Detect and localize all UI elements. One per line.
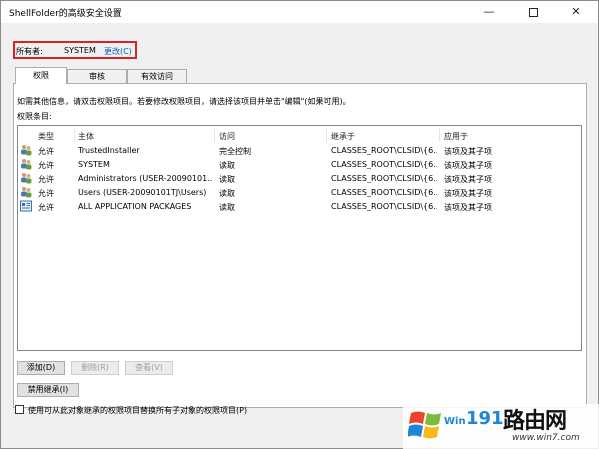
- windows-logo-icon: [408, 411, 441, 439]
- row-type: 允许: [38, 189, 54, 198]
- close-icon: ✕: [571, 5, 581, 18]
- user-group-icon: [21, 159, 32, 170]
- row-applies-to: 该项及其子项: [444, 161, 492, 170]
- permission-row[interactable]: 允许 ALL APPLICATION PACKAGES 读取 CLASSES_R…: [18, 200, 581, 213]
- minimize-icon: —: [483, 5, 495, 18]
- row-inherited-from: CLASSES_ROOT\CLSID\{6...: [331, 146, 437, 155]
- change-owner-link[interactable]: 更改(C): [104, 46, 132, 57]
- row-applies-to: 该项及其子项: [444, 203, 492, 212]
- disable-inheritance-button[interactable]: 禁用继承(I): [17, 383, 79, 397]
- remove-button[interactable]: 删除(R): [71, 361, 119, 375]
- permission-row[interactable]: 允许 TrustedInstaller 完全控制 CLASSES_ROOT\CL…: [18, 144, 581, 157]
- row-principal: ALL APPLICATION PACKAGES: [78, 202, 192, 211]
- permission-row[interactable]: 允许 Users (USER-20090101TJ\Users) 读取 CLAS…: [18, 186, 581, 199]
- row-type: 允许: [38, 147, 54, 156]
- row-type: 允许: [38, 161, 54, 170]
- tab-permissions[interactable]: 权限: [15, 67, 67, 84]
- watermark-url: www.win7.com: [512, 433, 580, 443]
- row-access: 完全控制: [219, 147, 251, 156]
- maximize-icon: [528, 7, 538, 17]
- column-separator: [326, 128, 327, 142]
- row-applies-to: 该项及其子项: [444, 189, 492, 198]
- row-inherited-from: CLASSES_ROOT\CLSID\{6...: [331, 202, 437, 211]
- column-header-principal[interactable]: 主体: [78, 131, 94, 142]
- row-applies-to: 该项及其子项: [444, 147, 492, 156]
- column-header-applies-to[interactable]: 应用于: [444, 131, 468, 142]
- replace-child-permissions-label: 使用可从此对象继承的权限项目替换所有子对象的权限项目(P): [28, 406, 248, 415]
- user-group-icon: [21, 145, 32, 156]
- row-inherited-from: CLASSES_ROOT\CLSID\{6...: [331, 188, 437, 197]
- row-inherited-from: CLASSES_ROOT\CLSID\{6...: [331, 174, 437, 183]
- row-access: 读取: [219, 203, 235, 212]
- add-button[interactable]: 添加(D): [17, 361, 65, 375]
- column-header-inherited-from[interactable]: 继承于: [331, 131, 355, 142]
- column-separator: [214, 128, 215, 142]
- permission-row[interactable]: 允许 SYSTEM 读取 CLASSES_ROOT\CLSID\{6... 该项…: [18, 158, 581, 171]
- row-inherited-from: CLASSES_ROOT\CLSID\{6...: [331, 160, 437, 169]
- owner-value: SYSTEM: [64, 46, 96, 55]
- title-bar: ShellFolder的高级安全设置 — ✕: [1, 1, 598, 23]
- replace-child-permissions-checkbox[interactable]: [15, 405, 24, 414]
- row-applies-to: 该项及其子项: [444, 175, 492, 184]
- row-type: 允许: [38, 203, 54, 212]
- view-button[interactable]: 查看(V): [125, 361, 173, 375]
- row-type: 允许: [38, 175, 54, 184]
- advanced-security-window: ShellFolder的高级安全设置 — ✕ 所有者: SYSTEM 更改(C)…: [0, 0, 599, 449]
- row-access: 读取: [219, 189, 235, 198]
- app-packages-icon: [20, 200, 32, 212]
- user-group-icon: [21, 187, 32, 198]
- tab-auditing[interactable]: 审核: [67, 69, 127, 83]
- tab-effective-access[interactable]: 有效访问: [127, 69, 187, 83]
- row-principal: TrustedInstaller: [78, 146, 140, 155]
- owner-label: 所有者:: [16, 47, 43, 56]
- window-title: ShellFolder的高级安全设置: [9, 9, 122, 19]
- permission-entries-label: 权限条目:: [17, 112, 52, 121]
- close-button[interactable]: ✕: [554, 1, 598, 23]
- row-principal: Users (USER-20090101TJ\Users): [78, 188, 207, 197]
- column-header-type[interactable]: 类型: [38, 131, 54, 142]
- permission-entries-list[interactable]: 类型 主体 访问 继承于 应用于 允许 TrustedInstaller 完全控…: [17, 125, 582, 351]
- permission-row[interactable]: 允许 Administrators (USER-20090101... 读取 C…: [18, 172, 581, 185]
- row-principal: Administrators (USER-20090101...: [78, 174, 212, 183]
- watermark-number: 191: [466, 408, 504, 429]
- column-header-access[interactable]: 访问: [219, 131, 235, 142]
- watermark-os-text: Win: [444, 416, 466, 427]
- row-access: 读取: [219, 175, 235, 184]
- column-separator: [74, 128, 75, 142]
- row-access: 读取: [219, 161, 235, 170]
- watermark-site-name: 路由网: [503, 409, 567, 434]
- user-group-icon: [21, 173, 32, 184]
- info-text: 如需其他信息，请双击权限项目。若要修改权限项目，请选择该项目并单击"编辑"(如果…: [17, 97, 351, 106]
- column-separator: [439, 128, 440, 142]
- maximize-button[interactable]: [511, 1, 555, 23]
- minimize-button[interactable]: —: [467, 1, 511, 23]
- row-principal: SYSTEM: [78, 160, 110, 169]
